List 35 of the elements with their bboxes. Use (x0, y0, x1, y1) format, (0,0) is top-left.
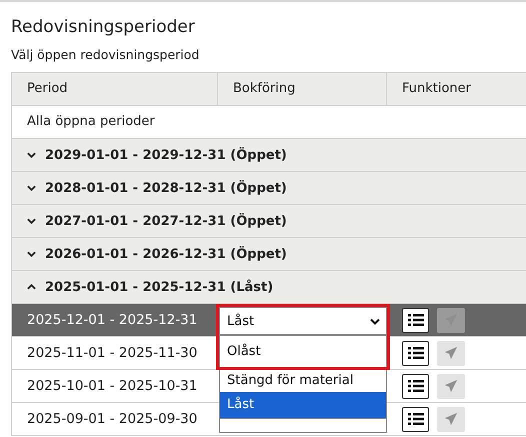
period-group-row[interactable]: 2025-01-01 - 2025-12-31 (Låst) (12, 271, 526, 304)
paper-plane-icon (444, 379, 458, 393)
dropdown-option[interactable]: Stängd för material (220, 370, 386, 392)
period-group-row[interactable]: 2026-01-01 - 2026-12-31 (Öppet) (12, 238, 526, 271)
paper-plane-icon (444, 346, 458, 360)
chevron-icon (27, 218, 36, 224)
period-group-row[interactable]: 2029-01-01 - 2029-12-31 (Öppet) (12, 139, 526, 172)
page-title: Redovisningsperioder (11, 16, 196, 38)
chevron-icon (27, 284, 36, 290)
chevron-icon (27, 185, 36, 191)
column-header: Bokföring (218, 73, 387, 105)
period-group-row[interactable]: 2028-01-01 - 2028-12-31 (Öppet) (12, 172, 526, 205)
list-icon (408, 346, 424, 360)
period-text: 2025-11-01 - 2025-11-30 (27, 345, 198, 361)
chevron-icon (27, 251, 36, 257)
subtitle: Välj öppen redovisningsperiod (11, 46, 200, 64)
period-text: 2025-12-01 - 2025-12-31 (27, 312, 198, 328)
all-periods-item[interactable]: Alla öppna perioder (27, 114, 155, 129)
column-header: Funktioner (387, 73, 526, 105)
period-group-row[interactable]: 2027-01-01 - 2027-12-31 (Öppet) (12, 205, 526, 238)
list-button[interactable] (402, 308, 429, 332)
list-button[interactable] (402, 406, 429, 432)
caret-icon (370, 318, 380, 324)
dropdown-option[interactable]: Låst (220, 392, 386, 418)
list-icon (408, 313, 424, 327)
list-icon (408, 379, 424, 393)
chevron-icon (27, 152, 36, 158)
status-select[interactable]: Låst (219, 307, 387, 335)
dropdown-option[interactable]: Olåst (220, 336, 386, 367)
list-icon (408, 412, 424, 426)
period-text: 2025-10-01 - 2025-10-31 (27, 378, 198, 394)
list-button[interactable] (402, 374, 429, 398)
column-header: Period (12, 73, 218, 105)
list-button[interactable] (402, 340, 429, 366)
paper-plane-icon (444, 412, 458, 426)
